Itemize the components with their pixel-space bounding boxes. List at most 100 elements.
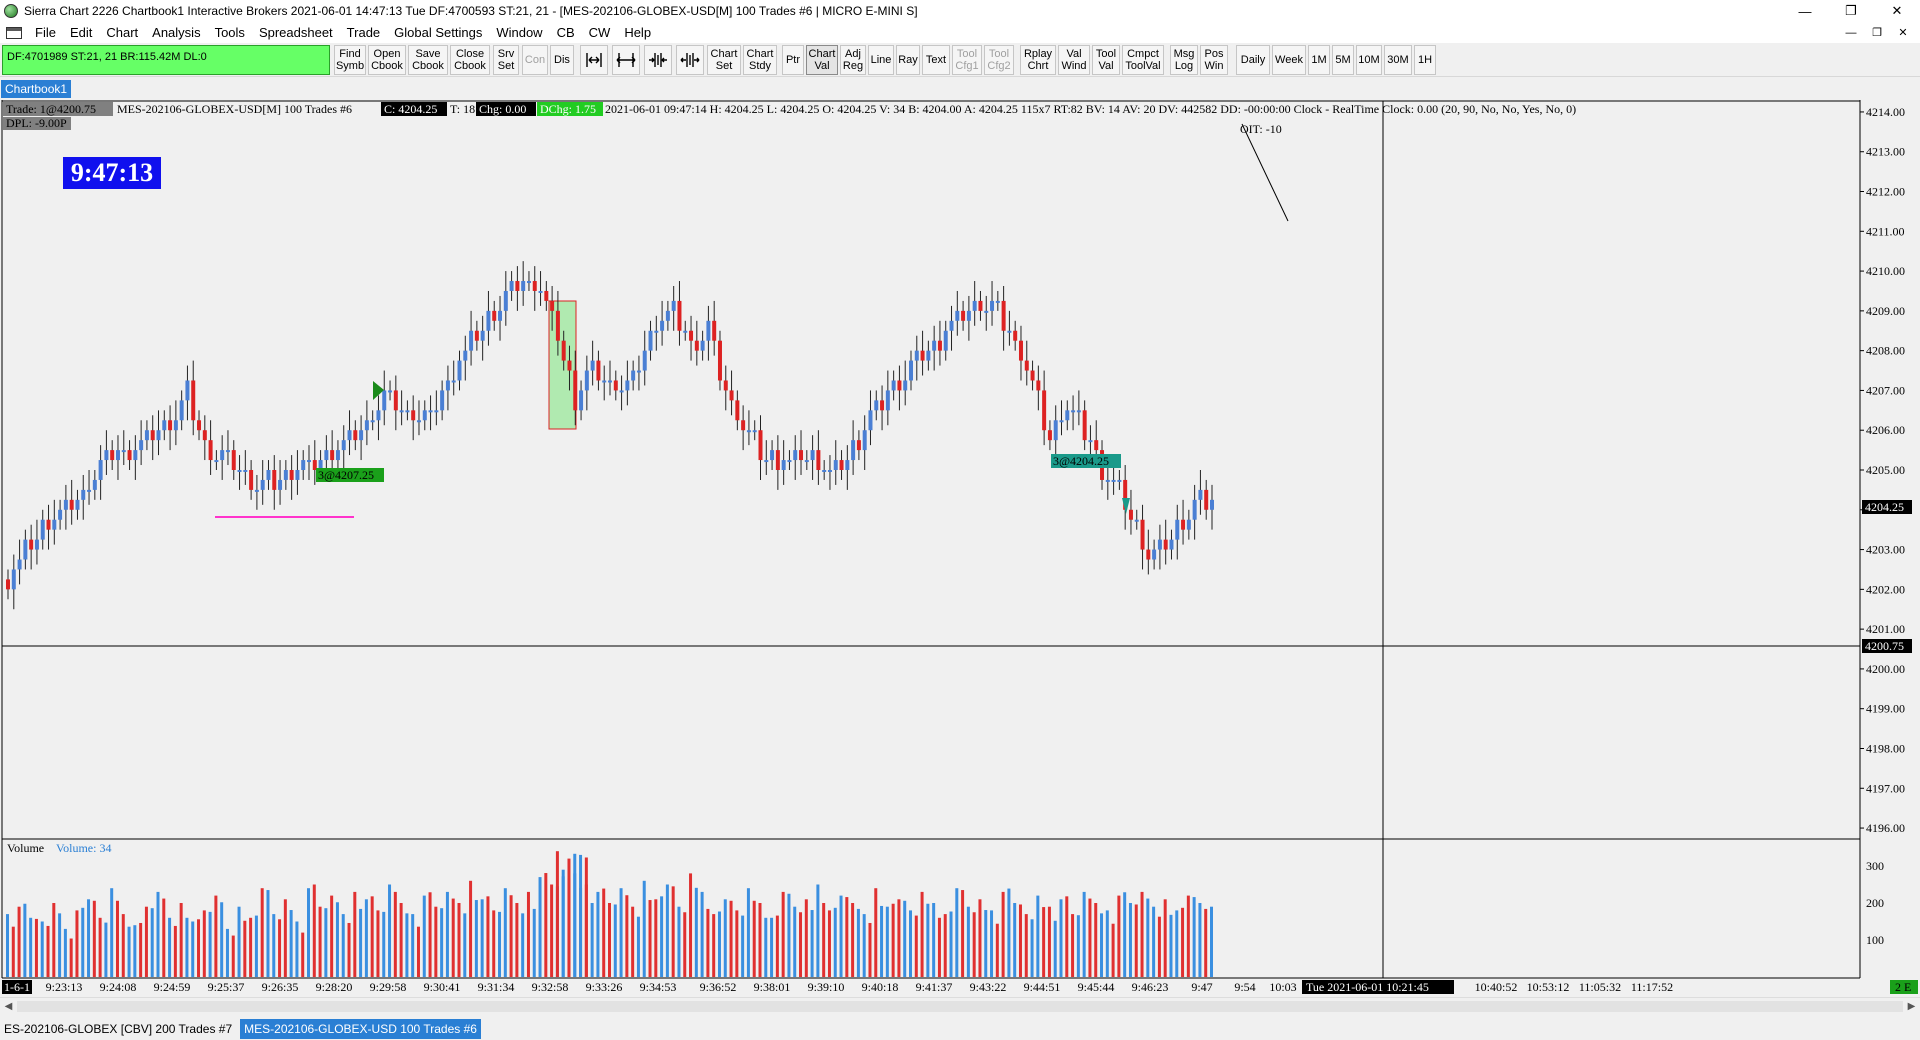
volume-bar xyxy=(353,891,357,977)
price-bar-body xyxy=(1140,519,1145,550)
timeframe-10m-button[interactable]: 10M xyxy=(1356,45,1382,75)
volume-bar xyxy=(388,884,392,977)
price-bar-body xyxy=(613,380,618,391)
timeframe-1m-button[interactable]: 1M xyxy=(1308,45,1330,75)
chartbook-tab[interactable]: Chartbook1 xyxy=(1,80,72,98)
menu-window[interactable]: Window xyxy=(489,25,549,40)
price-bar-body xyxy=(555,310,560,341)
weekly-timeframe-button[interactable]: Week xyxy=(1272,45,1306,75)
maximize-button[interactable]: ❐ xyxy=(1828,0,1874,22)
tab-mes-chart[interactable]: MES-202106-GLOBEX-USD 100 Trades #6 xyxy=(240,1019,481,1039)
tab-es-chart[interactable]: ES-202106-GLOBEX [CBV] 200 Trades #7 xyxy=(0,1019,236,1039)
adjust-region-button[interactable]: Adj Reg xyxy=(840,45,866,75)
price-bar-body xyxy=(868,410,873,431)
volume-bar xyxy=(324,908,328,977)
chart-settings-button[interactable]: Chart Set xyxy=(707,45,741,75)
mdi-minimize-button[interactable]: — xyxy=(1838,22,1864,43)
price-bar-body xyxy=(46,519,51,530)
timeframe-5m-button[interactable]: 5M xyxy=(1332,45,1354,75)
volume-bar xyxy=(492,910,496,977)
menu-trade[interactable]: Trade xyxy=(340,25,387,40)
price-bar-body xyxy=(903,380,908,391)
disconnect-button[interactable]: Dis xyxy=(550,45,574,75)
price-bar-body xyxy=(1105,479,1110,482)
zoom-out-bars-icon[interactable] xyxy=(612,45,640,75)
menu-file[interactable]: File xyxy=(28,25,63,40)
server-settings-button[interactable]: Srv Set xyxy=(493,45,519,75)
price-bar-body xyxy=(58,509,63,520)
menu-global-settings[interactable]: Global Settings xyxy=(387,25,489,40)
time-tick-label: 9:29:58 xyxy=(370,980,407,994)
ray-tool-button[interactable]: Ray xyxy=(896,45,920,75)
replay-chart-button[interactable]: Rplay Chrt xyxy=(1020,45,1056,75)
chart-area[interactable]: Trade: 1@4200.75 MES-202106-GLOBEX-USD[M… xyxy=(0,100,1920,997)
tool-values-button[interactable]: Tool Val xyxy=(1092,45,1120,75)
price-bar-body xyxy=(937,340,942,351)
time-tick-label: 9:23:13 xyxy=(46,980,83,994)
chart-studies-button[interactable]: Chart Stdy xyxy=(743,45,777,75)
volume-bar xyxy=(289,910,293,977)
price-bar-body xyxy=(156,430,161,441)
chart-values-button[interactable]: Chart Val xyxy=(806,45,838,75)
menu-spreadsheet[interactable]: Spreadsheet xyxy=(252,25,340,40)
open-chartbook-button[interactable]: Open Cbook xyxy=(368,45,406,75)
volume-bar xyxy=(225,928,229,977)
tool-config1-button[interactable]: Tool Cfg1 xyxy=(952,45,982,75)
dpl-text: DPL: -9.00P xyxy=(6,116,67,130)
menu-cb[interactable]: CB xyxy=(550,25,582,40)
document-menu-icon[interactable] xyxy=(6,26,22,39)
volume-bar xyxy=(376,910,380,977)
values-window-button[interactable]: Val Wind xyxy=(1058,45,1090,75)
connection-status-box[interactable]: DF:4701989 ST:21, 21 BR:115.42M DL:0 xyxy=(2,45,330,75)
menu-cw[interactable]: CW xyxy=(582,25,618,40)
menu-analysis[interactable]: Analysis xyxy=(145,25,207,40)
mdi-close-button[interactable]: ✕ xyxy=(1890,22,1916,43)
increase-bar-spacing-icon[interactable] xyxy=(676,45,704,75)
positions-window-button[interactable]: Pos Win xyxy=(1200,45,1228,75)
volume-bar xyxy=(480,899,484,977)
volume-tick-200: 200 xyxy=(1866,896,1884,910)
timeframe-1h-button[interactable]: 1H xyxy=(1414,45,1436,75)
volume-bar xyxy=(393,891,397,977)
price-bar-body xyxy=(6,579,10,590)
scroll-right-arrow-icon[interactable]: ▶ xyxy=(1903,998,1920,1015)
clock-text: 9:47:13 xyxy=(71,158,153,187)
menu-edit[interactable]: Edit xyxy=(63,25,99,40)
daily-timeframe-button[interactable]: Daily xyxy=(1236,45,1270,75)
price-bar-body xyxy=(804,460,809,463)
price-tick-label: 4201.00 xyxy=(1866,622,1905,636)
save-chartbook-button[interactable]: Save Cbook xyxy=(408,45,448,75)
volume-bar xyxy=(804,899,808,977)
volume-bar xyxy=(139,922,143,977)
tool-config2-button[interactable]: Tool Cfg2 xyxy=(984,45,1014,75)
compact-tool-values-button[interactable]: Cmpct ToolVal xyxy=(1122,45,1164,75)
menu-tools[interactable]: Tools xyxy=(208,25,252,40)
minimize-button[interactable]: — xyxy=(1782,0,1828,22)
volume-title: Volume xyxy=(7,841,44,855)
scroll-track[interactable] xyxy=(17,1001,1903,1012)
mdi-restore-button[interactable]: ❐ xyxy=(1864,22,1890,43)
menu-help[interactable]: Help xyxy=(617,25,658,40)
zoom-in-bars-icon[interactable] xyxy=(580,45,608,75)
pointer-tool-button[interactable]: Ptr xyxy=(782,45,804,75)
time-tick-label: 9:45:44 xyxy=(1078,980,1115,994)
volume-bar xyxy=(469,880,473,977)
close-button[interactable]: ✕ xyxy=(1874,0,1920,22)
volume-bar xyxy=(683,912,687,977)
scroll-left-arrow-icon[interactable]: ◀ xyxy=(0,998,17,1015)
window-title: Sierra Chart 2226 Chartbook1 Interactive… xyxy=(24,4,918,18)
message-log-button[interactable]: Msg Log xyxy=(1170,45,1198,75)
horizontal-scrollbar[interactable]: ◀ ▶ xyxy=(0,997,1920,1014)
time-tick-label: 9:34:53 xyxy=(640,980,677,994)
find-symbol-button[interactable]: Find Symb xyxy=(334,45,366,75)
close-chartbook-button[interactable]: Close Cbook xyxy=(450,45,490,75)
volume-bar xyxy=(23,903,27,977)
price-bar-body xyxy=(735,400,740,421)
connect-button[interactable]: Con xyxy=(522,45,548,75)
highlight-rectangle[interactable] xyxy=(548,300,577,430)
menu-chart[interactable]: Chart xyxy=(99,25,145,40)
line-tool-button[interactable]: Line xyxy=(868,45,894,75)
decrease-bar-spacing-icon[interactable] xyxy=(644,45,672,75)
text-tool-button[interactable]: Text xyxy=(922,45,950,75)
timeframe-30m-button[interactable]: 30M xyxy=(1384,45,1412,75)
